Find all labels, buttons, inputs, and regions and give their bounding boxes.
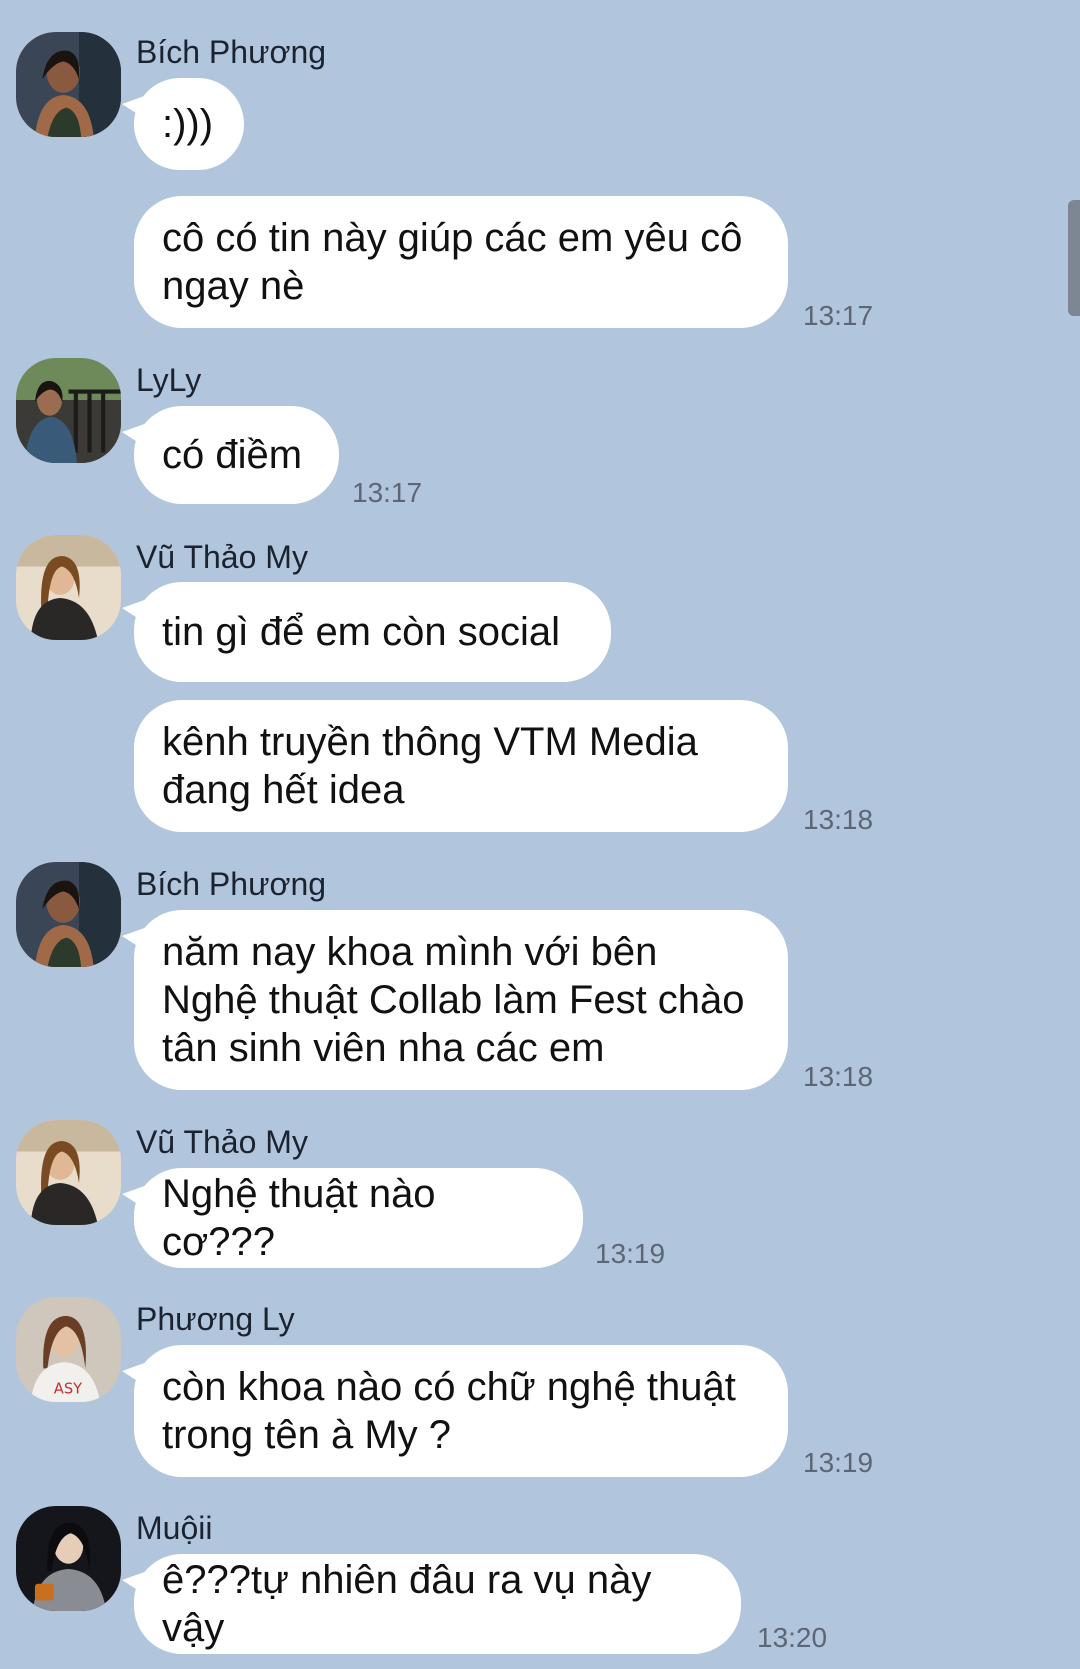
message-bubble[interactable]: còn khoa nào có chữ nghệ thuật trong tên… [134, 1345, 788, 1477]
message-text: cô có tin này giúp các em yêu cô ngay nè [162, 216, 743, 308]
message-timestamp: 13:19 [595, 1238, 666, 1269]
avatar-vu-thao-my[interactable] [16, 1120, 121, 1225]
message-timestamp: 13:18 [803, 1061, 874, 1092]
chat-message-list[interactable]: Bích Phương :))) cô có tin này giúp các … [0, 0, 1080, 1669]
avatar-lyly[interactable] [16, 358, 121, 463]
sender-name: Phương Ly [136, 1301, 295, 1337]
svg-text:ASY: ASY [54, 1381, 82, 1398]
message-bubble[interactable]: năm nay khoa mình với bên Nghệ thuật Col… [134, 910, 788, 1090]
sender-name: Bích Phương [136, 34, 327, 70]
sender-name: Muộii [136, 1510, 213, 1546]
message-timestamp: 13:20 [757, 1622, 828, 1653]
avatar-muoii[interactable] [16, 1506, 121, 1611]
message-timestamp: 13:17 [803, 300, 874, 331]
message-bubble[interactable]: Nghệ thuật nào cơ??? [134, 1168, 583, 1268]
scrollbar-thumb[interactable] [1068, 200, 1080, 316]
avatar-phuong-ly[interactable]: ASY [16, 1297, 121, 1402]
message-bubble[interactable]: có điềm [134, 406, 339, 504]
avatar-vu-thao-my[interactable] [16, 535, 121, 640]
sender-name: Vũ Thảo My [136, 1124, 308, 1160]
message-bubble[interactable]: ê???tự nhiên đâu ra vụ này vậy [134, 1554, 741, 1654]
message-text: có điềm [162, 433, 303, 477]
message-text: Nghệ thuật nào cơ??? [162, 1172, 436, 1264]
message-text: tin gì để em còn social [162, 610, 560, 654]
message-text: ê???tự nhiên đâu ra vụ này vậy [162, 1558, 652, 1650]
message-timestamp: 13:17 [352, 477, 423, 508]
sender-name: Vũ Thảo My [136, 539, 308, 575]
sender-name: Bích Phương [136, 866, 327, 902]
message-bubble[interactable]: tin gì để em còn social [134, 582, 611, 682]
message-bubble[interactable]: :))) [134, 78, 244, 170]
message-bubble[interactable]: kênh truyền thông VTM Media đang hết ide… [134, 700, 788, 832]
sender-name: LyLy [136, 362, 202, 398]
message-text: kênh truyền thông VTM Media đang hết ide… [162, 720, 698, 812]
message-bubble[interactable]: cô có tin này giúp các em yêu cô ngay nè [134, 196, 788, 328]
message-timestamp: 13:19 [803, 1447, 874, 1478]
avatar-bich-phuong[interactable] [16, 32, 121, 137]
message-text: còn khoa nào có chữ nghệ thuật trong tên… [162, 1365, 736, 1457]
avatar-bich-phuong[interactable] [16, 862, 121, 967]
message-timestamp: 13:18 [803, 804, 874, 835]
message-text: năm nay khoa mình với bên Nghệ thuật Col… [162, 930, 745, 1070]
message-text: :))) [162, 102, 214, 146]
